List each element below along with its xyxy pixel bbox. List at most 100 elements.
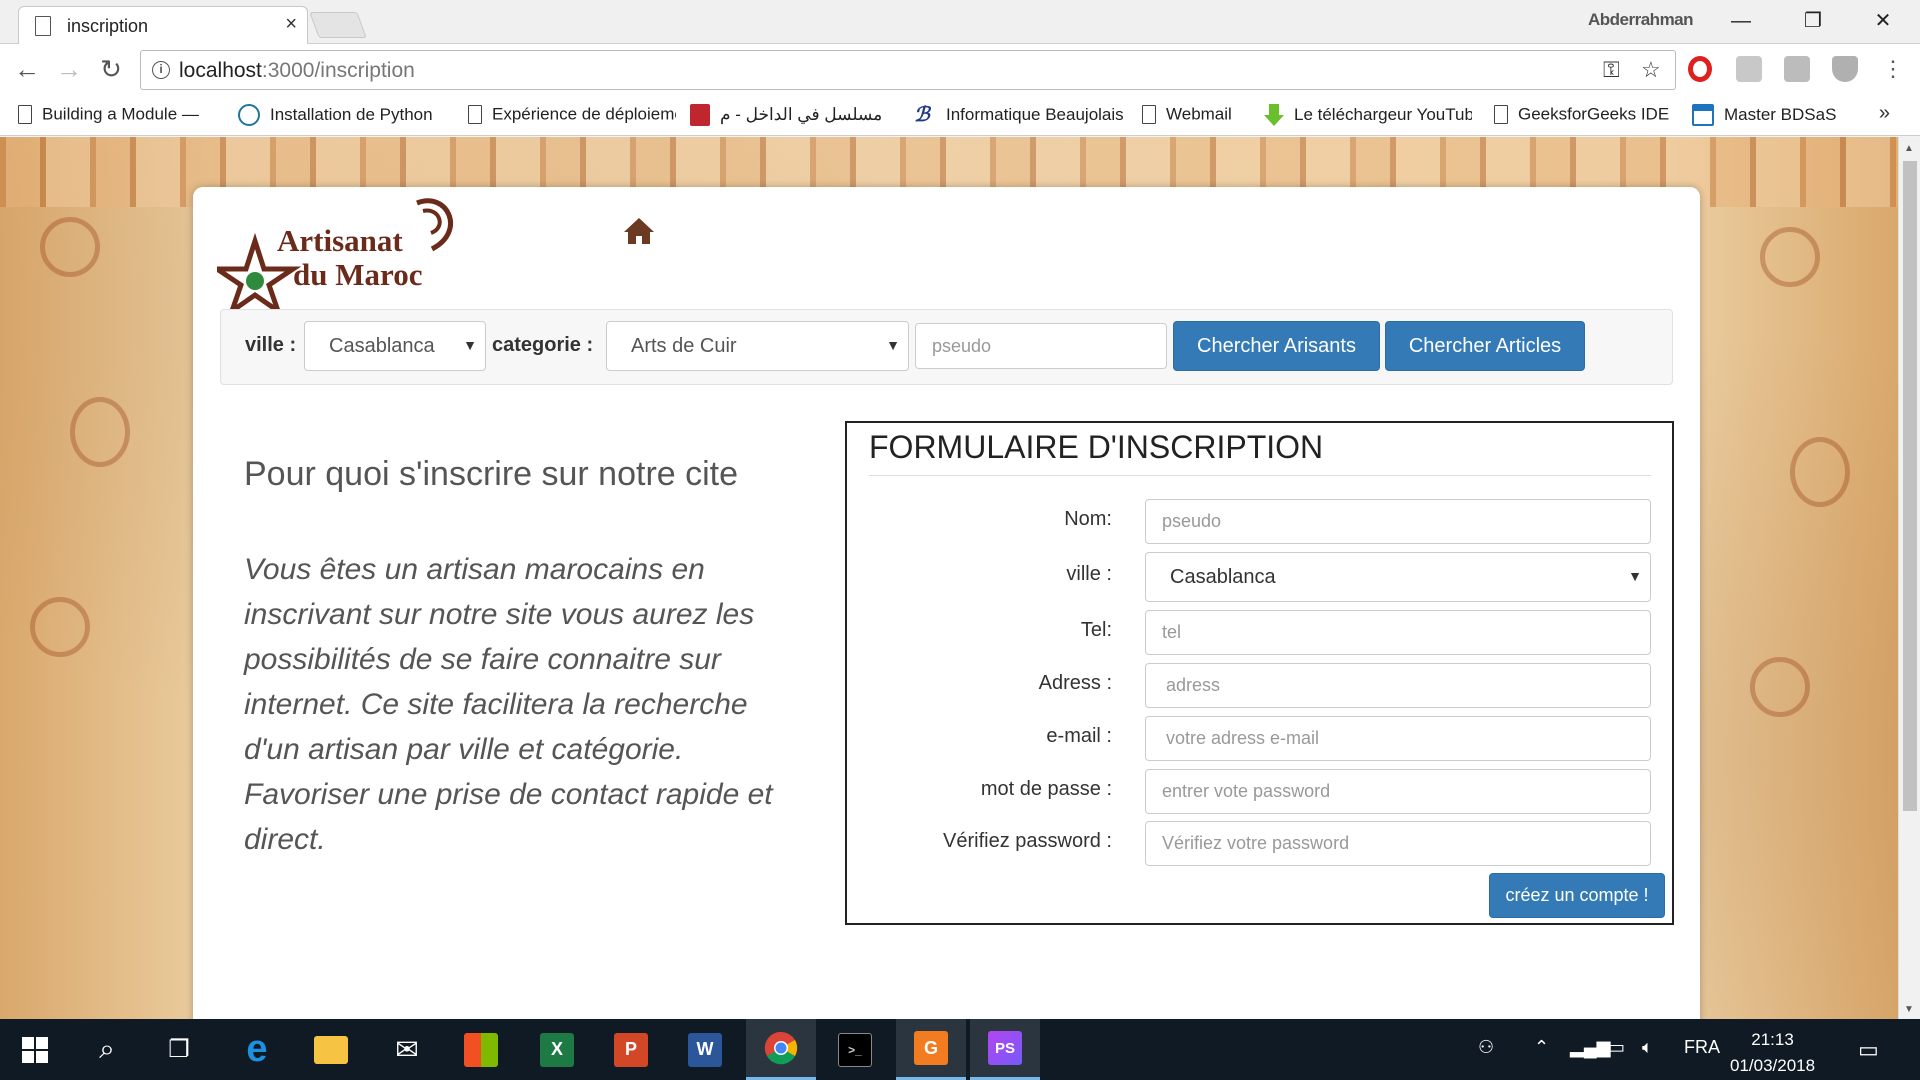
browser-tab-strip: inscription × Abderrahman — ❐ ✕ xyxy=(0,0,1920,44)
extension-icon[interactable] xyxy=(1736,56,1762,82)
page-icon xyxy=(1142,105,1156,125)
explorer-taskbar-item[interactable] xyxy=(296,1019,366,1080)
bookmark-item[interactable]: Webmail xyxy=(1142,104,1254,128)
tel-input[interactable]: tel xyxy=(1145,610,1651,655)
reload-button[interactable]: ↻ xyxy=(94,54,128,86)
bookmark-item[interactable]: Building a Module — xyxy=(18,104,218,128)
ville-select-value: Casablanca xyxy=(329,335,435,357)
battery-icon[interactable]: ▭ xyxy=(1608,1037,1625,1058)
scrollbar-thumb[interactable] xyxy=(1903,161,1917,811)
home-icon[interactable] xyxy=(623,217,655,245)
page-icon xyxy=(18,105,32,125)
nom-input[interactable]: pseudo xyxy=(1145,499,1651,544)
scroll-down-icon[interactable]: ▼ xyxy=(1904,1004,1914,1015)
bookmarks-bar: Building a Module — Installation de Pyth… xyxy=(0,96,1920,136)
verify-password-input[interactable]: Vérifiez votre password xyxy=(1145,821,1651,866)
chrome-icon xyxy=(764,1031,798,1065)
pseudo-search-input[interactable]: pseudo xyxy=(915,323,1167,369)
shield-icon[interactable] xyxy=(1832,56,1858,82)
bookmark-item[interactable]: Installation de Python xyxy=(238,104,448,128)
word-taskbar-item[interactable]: W xyxy=(670,1019,740,1080)
verify-password-label: Vérifiez password : xyxy=(943,830,1112,852)
network-icon[interactable]: ▂▄▆ xyxy=(1570,1037,1610,1058)
clock[interactable]: 21:13 01/03/2018 xyxy=(1730,1027,1815,1079)
bookmark-item[interactable]: Master BDSaS xyxy=(1692,104,1852,128)
site-logo[interactable]: Artisanat du Maroc xyxy=(208,191,457,318)
tab-close-icon[interactable]: × xyxy=(285,13,297,36)
minimize-button[interactable]: — xyxy=(1714,4,1768,38)
volume-icon[interactable]: 🔈︎ xyxy=(1642,1037,1653,1058)
bookmark-item[interactable]: GeeksforGeeks IDE xyxy=(1494,104,1674,128)
email-input[interactable]: votre adress e-mail xyxy=(1145,716,1651,761)
form-title: FORMULAIRE D'INSCRIPTION xyxy=(869,429,1324,465)
excel-icon: X xyxy=(540,1032,574,1067)
powerpoint-taskbar-item[interactable]: P xyxy=(596,1019,666,1080)
page-scrollbar[interactable]: ▲ ▼ xyxy=(1898,137,1920,1019)
logo-line1: Artisanat xyxy=(277,223,403,258)
info-icon[interactable]: i xyxy=(152,61,170,79)
forward-button[interactable]: → xyxy=(52,54,86,86)
ville-select[interactable]: Casablanca ▼ xyxy=(304,321,486,371)
decorative-scroll xyxy=(1790,437,1850,507)
logo-line2: du Maroc xyxy=(293,257,423,292)
categorie-select[interactable]: Arts de Cuir ▼ xyxy=(606,321,909,371)
start-button[interactable] xyxy=(0,1019,70,1080)
store-taskbar-item[interactable] xyxy=(446,1019,516,1080)
left-heading: Pour quoi s'inscrire sur notre cite xyxy=(244,455,739,493)
download-arrow-icon xyxy=(1264,104,1284,126)
form-divider xyxy=(869,475,1651,476)
categorie-select-value: Arts de Cuir xyxy=(631,335,737,357)
edge-taskbar-item[interactable]: e xyxy=(222,1019,292,1080)
pdf-taskbar-item[interactable]: G xyxy=(896,1019,966,1080)
decorative-scroll xyxy=(30,597,90,657)
notifications-icon[interactable]: ▭ xyxy=(1858,1037,1879,1063)
left-paragraph: Vous êtes un artisan marocains en inscri… xyxy=(244,553,773,856)
search-button[interactable]: ⌕ xyxy=(72,1019,142,1080)
search-bar: ville : Casablanca ▼ categorie : Arts de… xyxy=(220,309,1673,385)
ville-form-select[interactable]: Casablanca ▼ xyxy=(1145,552,1651,602)
back-button[interactable]: ← xyxy=(10,54,44,86)
password-input[interactable]: entrer vote password xyxy=(1145,769,1651,814)
tray-chevron-icon[interactable]: ⌃ xyxy=(1534,1037,1549,1058)
address-bar[interactable]: i localhost:3000/inscription ⚿ ☆ xyxy=(140,50,1676,90)
bookmarks-more-icon[interactable]: » xyxy=(1879,102,1890,125)
chrome-taskbar-item[interactable] xyxy=(746,1019,816,1080)
ville-label: ville : xyxy=(245,334,297,356)
people-icon[interactable]: ⚇ xyxy=(1478,1037,1494,1058)
bookmark-item[interactable]: ℬ Informatique Beaujolais xyxy=(914,104,1124,128)
profile-name[interactable]: Abderrahman xyxy=(1588,10,1694,30)
key-icon[interactable]: ⚿ xyxy=(1603,57,1620,83)
bookmark-item[interactable]: مسلسل في الداخل - م xyxy=(690,104,898,128)
b-logo-icon: ℬ xyxy=(914,104,930,126)
window-icon xyxy=(1692,104,1714,126)
restore-button[interactable]: ❐ xyxy=(1786,4,1840,38)
clock-time: 21:13 xyxy=(1751,1030,1794,1049)
language-indicator[interactable]: FRA xyxy=(1684,1037,1720,1058)
close-window-button[interactable]: ✕ xyxy=(1856,4,1910,38)
menu-icon[interactable]: ⋮ xyxy=(1876,54,1910,86)
tab-title: inscription xyxy=(67,16,149,36)
registration-form: FORMULAIRE D'INSCRIPTION Nom: pseudo vil… xyxy=(845,421,1674,925)
mail-taskbar-item[interactable]: ✉ xyxy=(372,1019,442,1080)
windows-taskbar: ⌕ ❐ e ✉ X P W >_ G PS ⚇ ⌃ ▂▄▆ ▭ 🔈︎ FRA 2… xyxy=(0,1019,1920,1080)
star-icon[interactable]: ☆ xyxy=(1641,57,1661,83)
bookmark-item[interactable]: Le téléchargeur YouTube xyxy=(1264,104,1472,128)
search-articles-button[interactable]: Chercher Articles xyxy=(1385,321,1585,371)
bookmark-item[interactable]: Expérience de déploiement xyxy=(468,104,676,128)
phpstorm-taskbar-item[interactable]: PS xyxy=(970,1019,1040,1080)
create-account-button[interactable]: créez un compte ! xyxy=(1489,873,1665,918)
adress-input[interactable]: adress xyxy=(1145,663,1651,708)
task-view-button[interactable]: ❐ xyxy=(144,1019,214,1080)
adress-label: Adress : xyxy=(1038,672,1112,694)
terminal-taskbar-item[interactable]: >_ xyxy=(820,1019,890,1080)
excel-taskbar-item[interactable]: X xyxy=(522,1019,592,1080)
save-extension-icon[interactable] xyxy=(1784,56,1810,82)
mail-icon: ✉ xyxy=(395,1034,419,1065)
heart-shield-icon xyxy=(690,104,710,126)
new-tab-button[interactable] xyxy=(309,12,367,38)
browser-tab[interactable]: inscription × xyxy=(18,6,308,44)
search-icon: ⌕ xyxy=(99,1033,115,1064)
scroll-up-icon[interactable]: ▲ xyxy=(1904,143,1914,154)
opera-icon[interactable] xyxy=(1688,56,1712,82)
search-artisans-button[interactable]: Chercher Arisants xyxy=(1173,321,1380,371)
